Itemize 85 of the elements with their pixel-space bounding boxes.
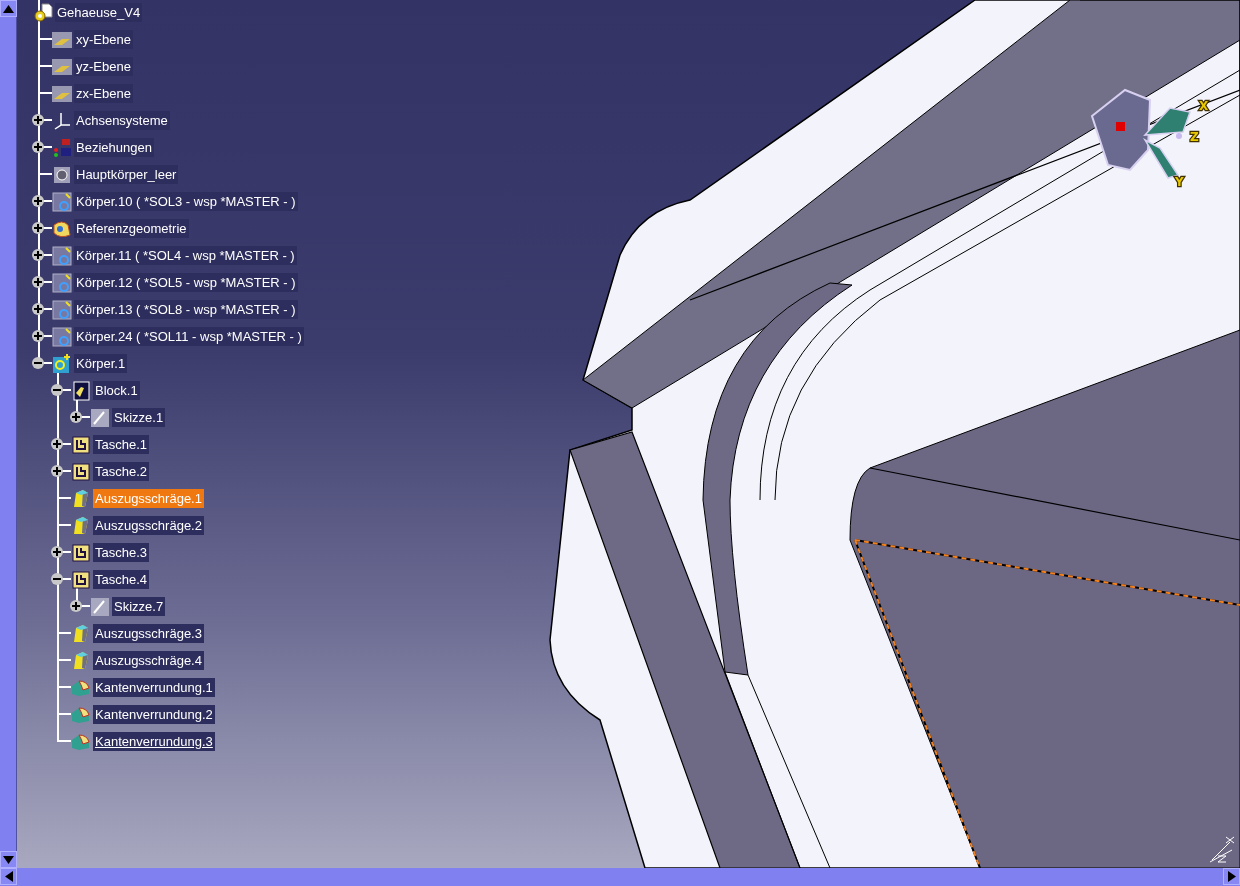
- tree-toggle[interactable]: [70, 600, 82, 612]
- pad-icon: [71, 380, 91, 401]
- body-icon: [52, 164, 72, 185]
- tree-toggle[interactable]: [32, 276, 44, 288]
- tree-item[interactable]: Achsensysteme: [74, 111, 170, 130]
- part-icon: [33, 2, 53, 23]
- compass-axis-label: Z: [1190, 130, 1199, 144]
- tree-item[interactable]: Kantenverrundung.2: [93, 705, 215, 724]
- scroll-up-button[interactable]: [0, 0, 17, 17]
- body-icon: [52, 272, 72, 293]
- compass-icon[interactable]: [1090, 88, 1191, 179]
- tree-item[interactable]: Kantenverrundung.1: [93, 678, 215, 697]
- sketch-icon: [90, 407, 110, 428]
- tree-toggle[interactable]: [32, 249, 44, 261]
- fillet-icon: [71, 677, 91, 698]
- tree-item[interactable]: Skizze.7: [112, 597, 166, 616]
- tree-item[interactable]: Tasche.2: [93, 462, 150, 481]
- axis-system-icon: [52, 110, 72, 131]
- tree-item[interactable]: Auszugsschräge.3: [93, 624, 204, 643]
- tree-toggle[interactable]: [51, 465, 63, 477]
- compass-axis-label: Y: [1175, 175, 1184, 189]
- tree-toggle[interactable]: [70, 411, 82, 423]
- tree-toggle[interactable]: [51, 384, 63, 396]
- tree-item[interactable]: Hauptkörper_leer: [74, 165, 179, 184]
- fillet-icon: [71, 731, 91, 752]
- tree-item[interactable]: Körper.10 ( *SOL3 - wsp *MASTER - ): [74, 192, 298, 211]
- tree-item[interactable]: Gehaeuse_V4: [55, 3, 143, 22]
- tree-item[interactable]: Körper.1: [74, 354, 128, 373]
- up-arrow-icon: [3, 4, 14, 13]
- body-icon: [52, 191, 72, 212]
- tree-toggle[interactable]: [32, 357, 44, 369]
- tree-toggle[interactable]: [51, 573, 63, 585]
- tree-toggle[interactable]: [32, 222, 44, 234]
- tree-item[interactable]: Auszugsschräge.2: [93, 516, 204, 535]
- tree-toggle[interactable]: [32, 303, 44, 315]
- scroll-right-button[interactable]: [1223, 868, 1240, 885]
- plane-icon: [52, 83, 72, 104]
- pocket-icon: [71, 461, 91, 482]
- sketch-icon: [90, 596, 110, 617]
- tree-item[interactable]: Tasche.3: [93, 543, 150, 562]
- tree-item[interactable]: Körper.12 ( *SOL5 - wsp *MASTER - ): [74, 273, 298, 292]
- pocket-icon: [71, 569, 91, 590]
- formula-icon: [52, 137, 72, 158]
- scroll-down-button[interactable]: [0, 851, 17, 868]
- geometry-set-icon: [52, 218, 72, 239]
- axis-triad-icon: [1209, 836, 1235, 863]
- draft-icon: [71, 623, 91, 644]
- left-arrow-icon: [4, 871, 13, 882]
- tree-item[interactable]: Körper.11 ( *SOL4 - wsp *MASTER - ): [74, 246, 297, 265]
- body-icon: [52, 245, 72, 266]
- draft-icon: [71, 515, 91, 536]
- tree-toggle[interactable]: [32, 330, 44, 342]
- down-arrow-icon: [3, 855, 14, 864]
- tree-toggle[interactable]: [51, 438, 63, 450]
- body-icon: [52, 326, 72, 347]
- tree-item[interactable]: Kantenverrundung.3: [93, 732, 215, 751]
- tree-toggle[interactable]: [51, 546, 63, 558]
- 3d-viewport[interactable]: [17, 0, 1240, 868]
- tree-item[interactable]: Beziehungen: [74, 138, 154, 157]
- draft-icon: [71, 488, 91, 509]
- tree-item[interactable]: xy-Ebene: [74, 30, 133, 49]
- body-icon: [52, 299, 72, 320]
- fillet-icon: [71, 704, 91, 725]
- draft-icon: [71, 650, 91, 671]
- right-arrow-icon: [1227, 871, 1236, 882]
- tree-item[interactable]: Körper.24 ( *SOL11 - wsp *MASTER - ): [74, 327, 304, 346]
- tree-toggle[interactable]: [32, 141, 44, 153]
- tree-item[interactable]: yz-Ebene: [74, 57, 133, 76]
- plane-icon: [52, 29, 72, 50]
- tree-item[interactable]: Tasche.1: [93, 435, 150, 454]
- pocket-icon: [71, 542, 91, 563]
- tree-toggle[interactable]: [32, 195, 44, 207]
- plane-icon: [52, 56, 72, 77]
- tree-item[interactable]: Auszugsschräge.4: [93, 651, 204, 670]
- pocket-icon: [71, 434, 91, 455]
- scroll-left-button[interactable]: [0, 868, 17, 885]
- vertical-scrollbar[interactable]: [0, 0, 17, 868]
- tree-item[interactable]: Körper.13 ( *SOL8 - wsp *MASTER - ): [74, 300, 298, 319]
- tree-item[interactable]: Block.1: [93, 381, 140, 400]
- tree-item[interactable]: zx-Ebene: [74, 84, 133, 103]
- tree-item[interactable]: Referenzgeometrie: [74, 219, 189, 238]
- tree-item[interactable]: Skizze.1: [112, 408, 166, 427]
- horizontal-scrollbar[interactable]: [0, 868, 1240, 886]
- tree-toggle[interactable]: [32, 114, 44, 126]
- tree-item[interactable]: Tasche.4: [93, 570, 150, 589]
